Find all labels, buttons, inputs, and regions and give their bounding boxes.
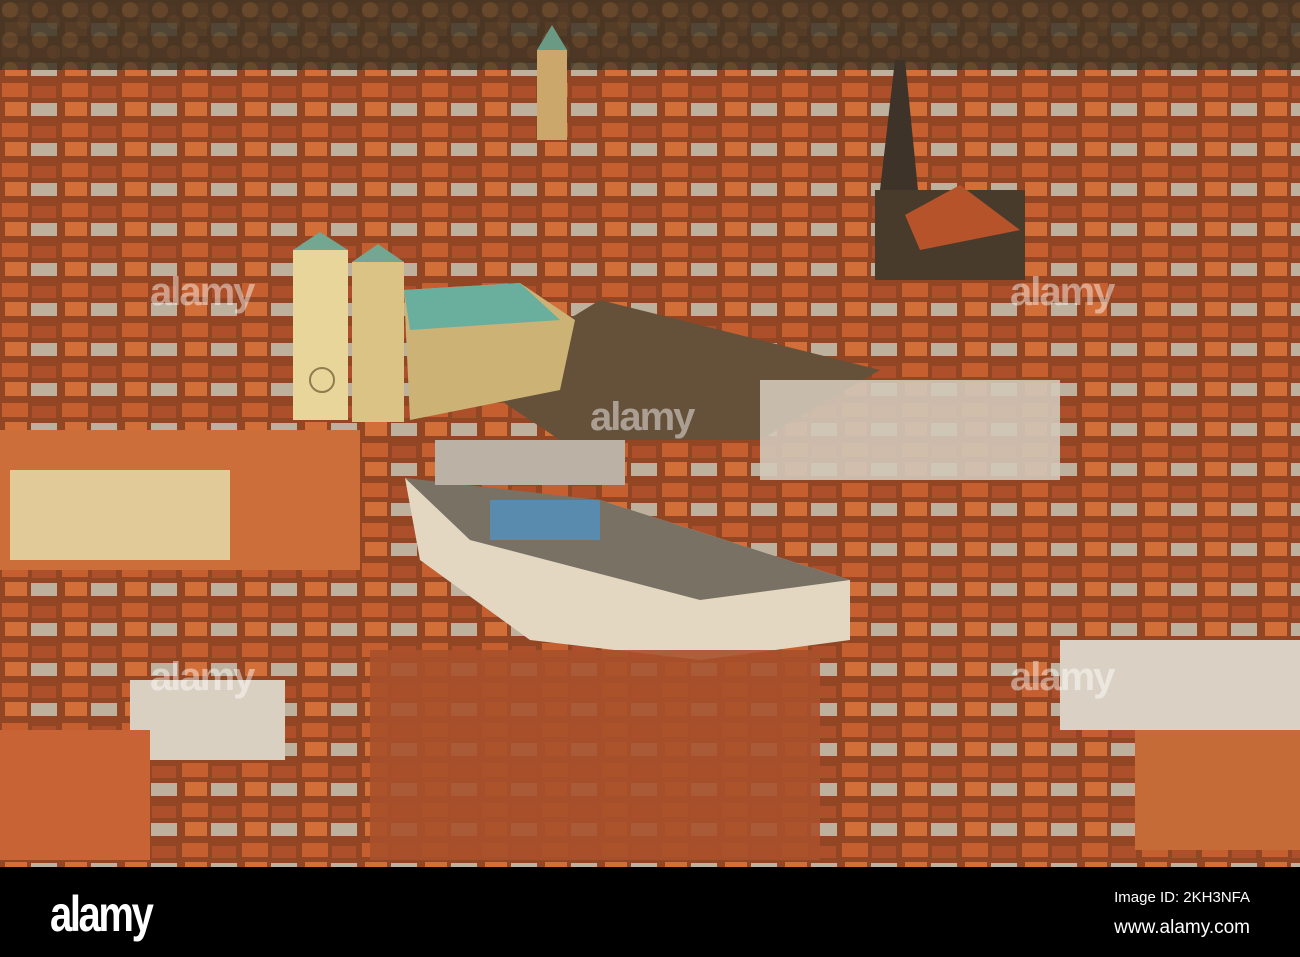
stock-photo: alamy alamy alamy alamy alamy alamy Imag… bbox=[0, 0, 1300, 957]
watermark: alamy bbox=[1010, 655, 1115, 699]
image-id: Image ID: 2KH3NFA bbox=[1114, 889, 1250, 906]
footer-bar: alamy Image ID: 2KH3NFA www.alamy.com bbox=[0, 867, 1300, 957]
watermark: alamy bbox=[590, 395, 695, 439]
website-link[interactable]: www.alamy.com bbox=[1114, 917, 1250, 939]
watermark: alamy bbox=[1010, 270, 1115, 314]
watermark: alamy bbox=[150, 270, 255, 314]
watermark: alamy bbox=[150, 655, 255, 699]
alamy-logo: alamy bbox=[50, 886, 154, 942]
